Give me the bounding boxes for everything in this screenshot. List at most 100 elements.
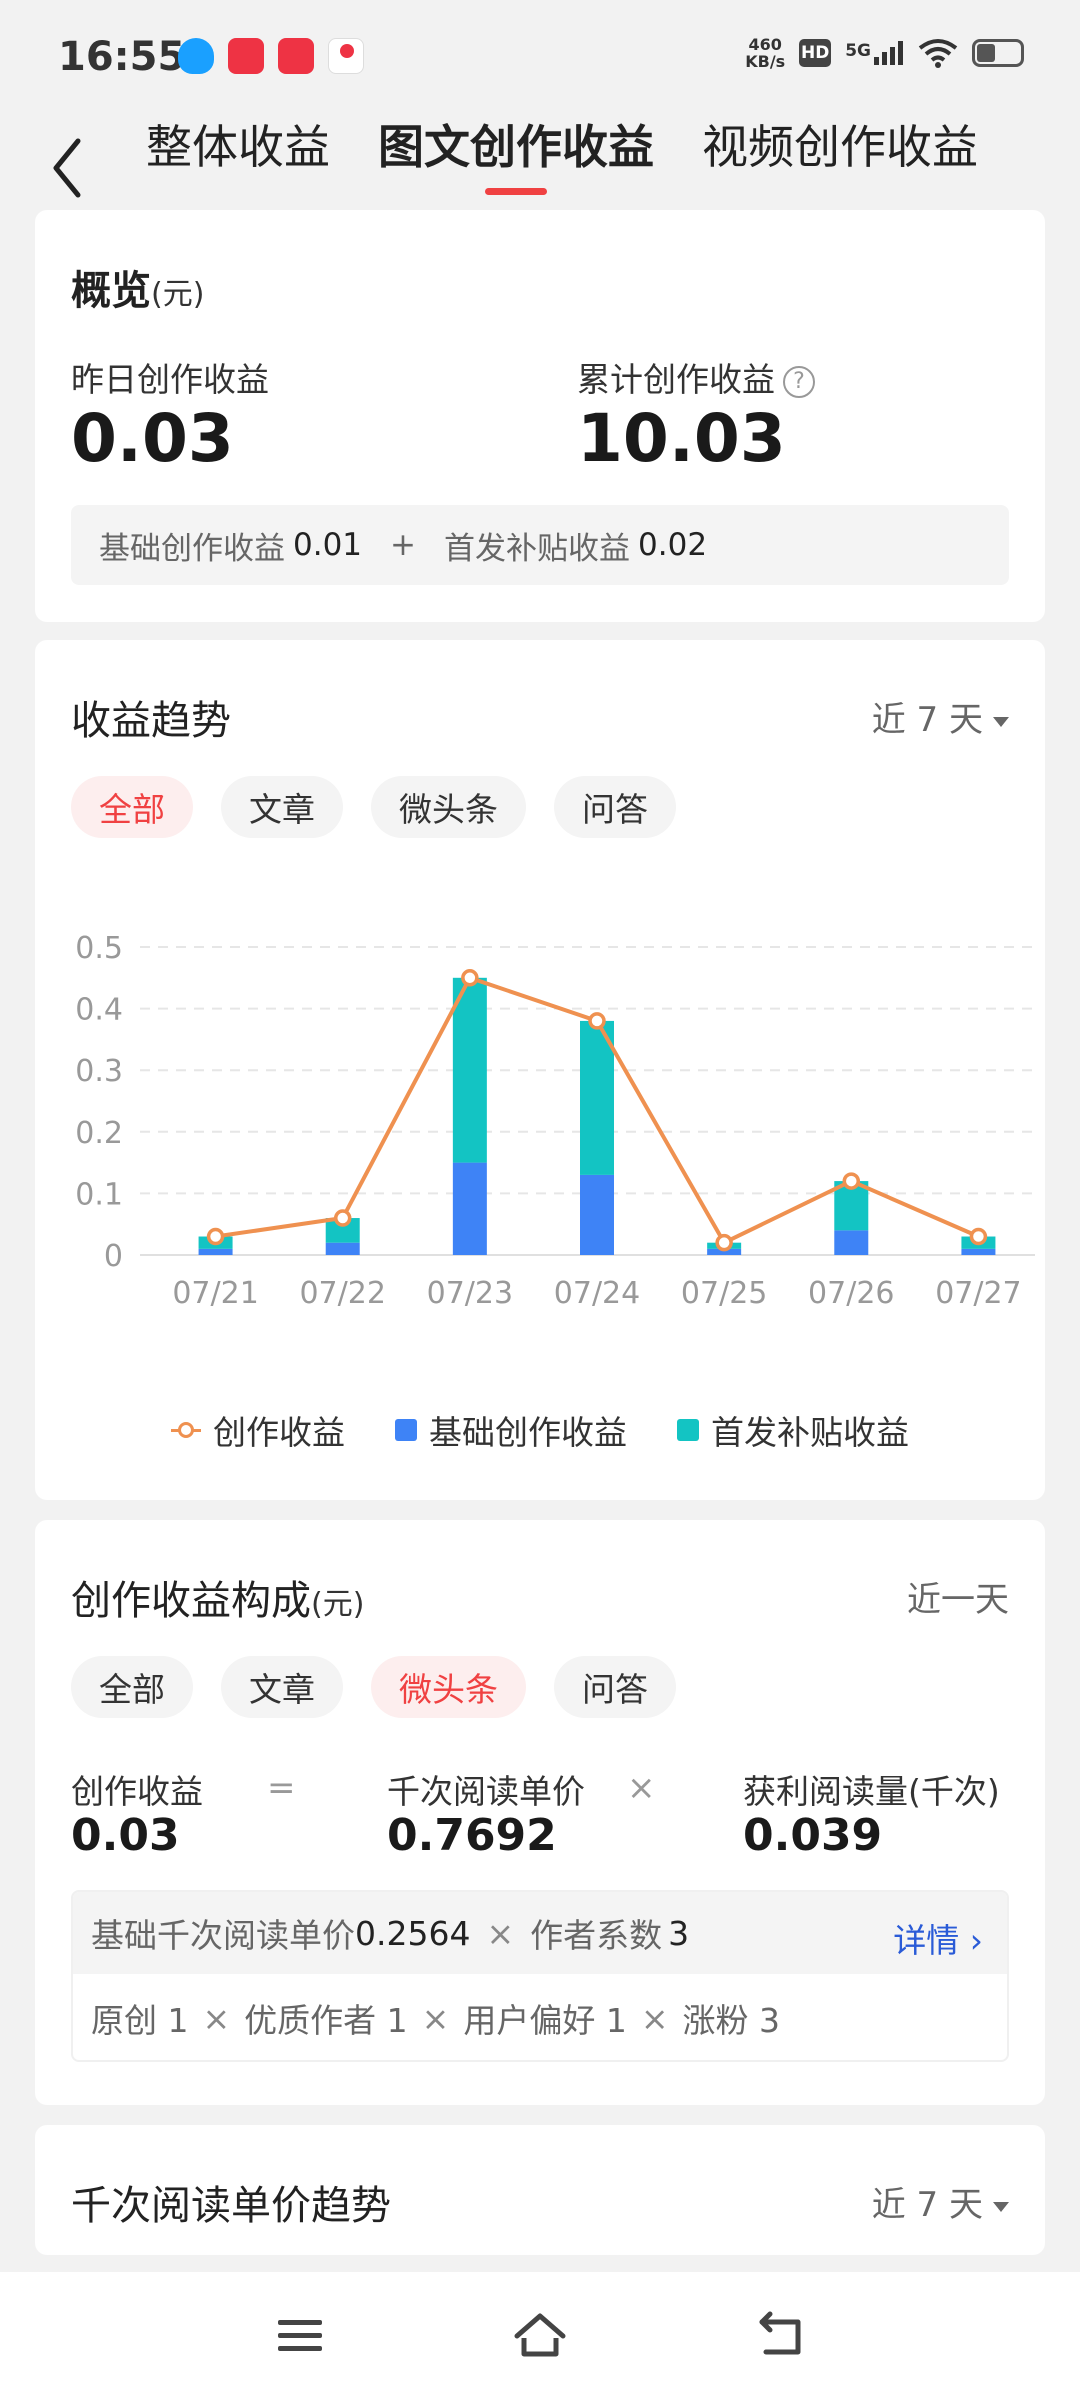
price-detail-row: 基础千次阅读单价 0.2564 × 作者系数 3 详情 › [73,1892,1007,1974]
times-sign: × [627,1768,656,1808]
y-tick-label: 0.2 [75,1116,123,1151]
caret-down-icon [993,716,1009,727]
bar-base [198,1248,233,1255]
details-link[interactable]: 详情 › [893,1914,983,1962]
y-tick-label: 0.4 [75,993,123,1028]
coef-factors-row: 原创 1 × 优质作者 1 × 用户偏好 1 × 涨粉 3 [73,1974,1007,2060]
line-point [333,1209,352,1227]
yesterday-income-value: 0.03 [71,400,234,477]
bar-base [961,1248,996,1255]
trend-title: 收益趋势 [71,698,231,744]
line-point [969,1227,988,1246]
factor-quality-author: 优质作者 1 [244,2001,408,2040]
status-right: 460 KB/s HD 5G [745,36,1024,70]
equals-sign: = [267,1768,296,1808]
tab-article-income[interactable]: 图文创作收益 [378,111,654,197]
return-icon[interactable] [752,2308,808,2364]
yesterday-income-label: 昨日创作收益 [71,360,269,399]
status-bar: 16:55 460 KB/s HD 5G [0,0,1080,116]
bar-base [580,1174,614,1255]
line-point [715,1233,733,1252]
trend-filter-microheadline[interactable]: 微头条 [371,776,526,838]
comp-filter-microheadline[interactable]: 微头条 [371,1656,526,1718]
factor-user-preference: 用户偏好 1 [463,2001,627,2040]
trend-filter-all[interactable]: 全部 [71,776,193,838]
back-arrow-icon[interactable] [44,131,94,201]
tab-overall-income[interactable]: 整体收益 [146,111,330,197]
caret-down-icon [993,2201,1009,2212]
income-tabs: 整体收益 图文创作收益 视频创作收益 [146,111,978,197]
system-nav-bar [0,2272,1080,2400]
formula-price-value: 0.7692 [387,1810,557,1861]
signal-icon: 5G [845,41,904,65]
overview-title: 概览(元) [71,268,205,314]
news-app-icon [278,38,314,74]
line-point [588,1012,606,1030]
base-income-value: 0.01 [293,527,363,563]
home-icon[interactable] [512,2308,568,2364]
factor-followers: 涨粉 3 [682,2001,780,2040]
line-point [206,1227,225,1246]
x-tick-label: 07/26 [808,1276,894,1311]
x-tick-label: 07/22 [299,1276,385,1311]
base-price-value: 0.2564 [355,1913,471,1953]
chevron-right-icon: › [969,1921,983,1960]
income-trend-chart: 0 0.1 0.2 0.3 0.4 0.5 07/21 07/22 07/23 07/24 07/2… [75,931,1035,1311]
income-breakdown-strip: 基础创作收益 0.01 + 首发补贴收益 0.02 [71,505,1009,585]
composition-range[interactable]: 近一天 [907,1572,1009,1621]
menu-icon[interactable] [272,2308,328,2364]
price-trend-card: 千次阅读单价趋势 近 7 天 [35,2125,1045,2255]
tab-video-income[interactable]: 视频创作收益 [702,111,978,197]
factor-original: 原创 1 [91,2001,189,2040]
x-tick-label: 07/24 [554,1276,640,1311]
notification-icons [178,38,364,74]
trend-range-dropdown[interactable]: 近 7 天 [872,692,1009,741]
comp-filter-all[interactable]: 全部 [71,1656,193,1718]
y-tick-label: 0 [104,1239,123,1274]
total-income-label: 累计创作收益? [577,353,815,401]
teal-square-icon [677,1419,699,1441]
trend-filter-qa[interactable]: 问答 [554,776,676,838]
qq-app-icon [178,38,214,74]
y-tick-label: 0.5 [75,931,123,966]
price-trend-range-dropdown[interactable]: 近 7 天 [872,2177,1009,2226]
map-pin-app-icon [328,38,364,74]
blue-square-icon [395,1419,417,1441]
price-trend-title: 千次阅读单价趋势 [71,2183,391,2229]
hd-badge: HD [799,39,832,67]
legend-subsidy: 首发补贴收益 [677,1406,909,1454]
formula-income-label: 创作收益 [71,1772,203,1811]
bar-base [452,1162,487,1255]
x-tick-label: 07/25 [681,1276,767,1311]
price-detail-box: 基础千次阅读单价 0.2564 × 作者系数 3 详情 › 原创 1 × 优质作… [71,1890,1009,2062]
status-time: 16:55 [58,34,186,80]
subsidy-income-value: 0.02 [638,527,708,563]
bar-base [325,1242,360,1255]
total-income-value: 10.03 [577,400,786,477]
help-icon[interactable]: ? [783,365,815,398]
x-tick-label: 07/21 [172,1276,258,1311]
overview-card: 概览(元) 昨日创作收益 0.03 累计创作收益? 10.03 基础创作收益 0… [35,210,1045,622]
top-header: 整体收益 图文创作收益 视频创作收益 [0,105,1080,205]
composition-filters: 全部 文章 微头条 问答 [71,1656,676,1718]
formula-price-label: 千次阅读单价 [387,1772,585,1811]
comp-filter-qa[interactable]: 问答 [554,1656,676,1718]
battery-icon [972,39,1024,67]
composition-title: 创作收益构成(元) [71,1578,365,1624]
income-composition-card: 创作收益构成(元) 近一天 全部 文章 微头条 问答 创作收益 0.03 = 千… [35,1520,1045,2105]
net-speed: 460 KB/s [745,35,786,71]
chart-legend: 创作收益 基础创作收益 首发补贴收益 [35,1406,1045,1454]
line-point [842,1172,861,1190]
author-coef-value: 3 [668,1913,690,1953]
comp-filter-article[interactable]: 文章 [221,1656,343,1718]
trend-filter-article[interactable]: 文章 [221,776,343,838]
income-trend-card: 收益趋势 近 7 天 全部 文章 微头条 问答 0 0.1 0.2 0.3 0.4 0.5… [35,640,1045,1500]
wifi-icon [918,39,958,68]
line-marker-icon [171,1421,201,1439]
trend-filters: 全部 文章 微头条 问答 [71,776,676,838]
formula-reads-label: 获利阅读量(千次) [743,1772,1000,1811]
formula-income-value: 0.03 [71,1810,180,1861]
legend-total: 创作收益 [171,1406,345,1454]
formula-reads-value: 0.039 [743,1810,883,1861]
legend-base: 基础创作收益 [395,1406,627,1454]
